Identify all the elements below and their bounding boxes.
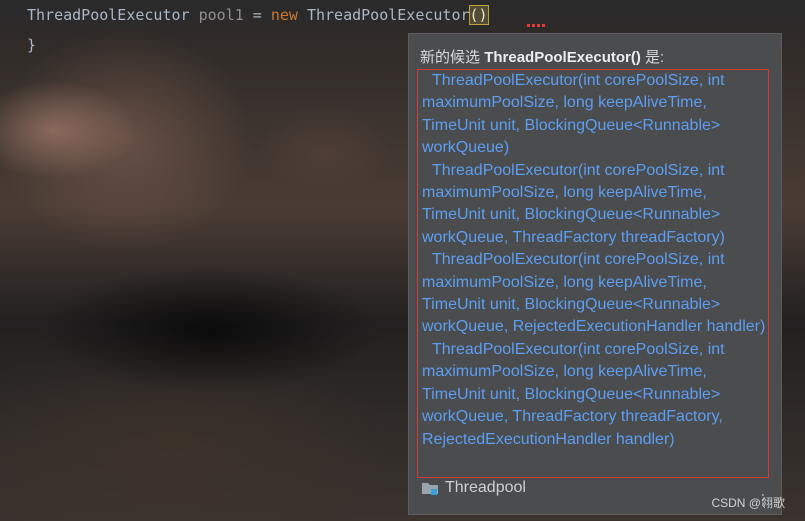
type-token: ThreadPoolExecutor	[27, 6, 190, 24]
candidate-item[interactable]: ThreadPoolExecutor(int corePoolSize, int…	[422, 249, 768, 339]
popup-title-name: ThreadPoolExecutor()	[484, 49, 641, 66]
caret-parentheses[interactable]: ()	[468, 5, 489, 25]
operator-token: =	[252, 6, 262, 24]
candidate-list: ThreadPoolExecutor(int corePoolSize, int…	[417, 69, 769, 478]
candidate-item[interactable]: ThreadPoolExecutor(int corePoolSize, int…	[422, 160, 768, 250]
code-line-2[interactable]: }	[27, 36, 36, 54]
code-line-1[interactable]: ThreadPoolExecutor pool1 = new ThreadPoo…	[27, 5, 489, 25]
constructor-token: ThreadPoolExecutor	[306, 6, 470, 24]
popup-title-prefix: 新的候选	[420, 49, 481, 66]
variable-token: pool1	[198, 6, 244, 24]
package-icon	[421, 480, 439, 496]
error-squiggle	[527, 24, 545, 27]
package-name: Threadpool	[445, 479, 526, 496]
popup-title: 新的候选 ThreadPoolExecutor() 是:	[420, 46, 664, 67]
popup-title-suffix: 是:	[645, 49, 665, 66]
popup-footer[interactable]: Threadpool	[421, 478, 526, 498]
candidate-item[interactable]: ThreadPoolExecutor(int corePoolSize, int…	[422, 339, 768, 451]
candidate-item[interactable]: ThreadPoolExecutor(int corePoolSize, int…	[422, 70, 768, 160]
keyword-token: new	[270, 6, 298, 24]
parameter-info-popup: 新的候选 ThreadPoolExecutor() 是: ThreadPoolE…	[408, 33, 782, 515]
watermark: CSDN @翎歌	[711, 496, 785, 510]
